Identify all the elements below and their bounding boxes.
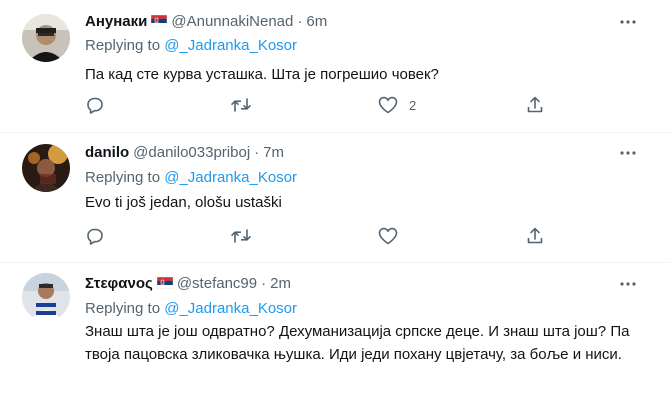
share-button[interactable] [525, 226, 545, 246]
tweet-1[interactable]: Анунаки @AnunnakiNenad · 6m Replying to @_J… [0, 0, 670, 132]
tweet-text: Evo ti još jedan, ološu ustaški [85, 194, 282, 211]
display-name[interactable]: Στεφανος [85, 275, 153, 292]
reply-icon [85, 95, 105, 115]
retweet-icon [230, 226, 252, 246]
mention-link[interactable]: @_Jadranka_Kosor [164, 37, 297, 54]
tweet-3[interactable]: Στεφανος @stefanc99 · 2m Replying to @_Jadr… [0, 263, 670, 400]
replying-to: Replying to @_Jadranka_Kosor [85, 299, 297, 319]
display-name[interactable]: danilo [85, 144, 129, 161]
more-icon[interactable] [618, 143, 638, 163]
like-button[interactable] [377, 226, 399, 246]
retweet-icon [230, 95, 252, 115]
like-icon [377, 226, 399, 246]
user-handle[interactable]: @AnunnakiNenad [171, 13, 293, 30]
share-icon [525, 226, 545, 246]
separator-dot: · [261, 275, 267, 292]
avatar[interactable] [22, 273, 70, 321]
avatar-image [22, 144, 70, 192]
tweet-text: Знаш шта је још одвратно? Дехуманизација… [85, 323, 630, 363]
more-icon[interactable] [618, 274, 638, 294]
share-button[interactable] [525, 95, 545, 115]
like-button[interactable]: 2 [377, 95, 416, 115]
user-handle[interactable]: @stefanc99 [177, 275, 257, 292]
reply-icon [85, 226, 105, 246]
tweet-header: danilo @danilo033priboj · 7m [85, 142, 284, 164]
mention-link[interactable]: @_Jadranka_Kosor [164, 300, 297, 317]
timestamp[interactable]: 7m [263, 144, 284, 161]
retweet-button[interactable] [230, 226, 252, 246]
display-name[interactable]: Анунаки [85, 13, 147, 30]
replying-to: Replying to @_Jadranka_Kosor [85, 168, 297, 188]
replying-label: Replying to [85, 300, 161, 317]
user-handle[interactable]: @danilo033priboj [133, 144, 250, 161]
share-icon [525, 95, 545, 115]
avatar[interactable] [22, 144, 70, 192]
avatar-image [22, 14, 70, 62]
replying-label: Replying to [85, 37, 161, 54]
serbia-flag-icon [151, 12, 168, 34]
reply-button[interactable] [85, 226, 105, 246]
replying-label: Replying to [85, 169, 161, 186]
separator-dot: · [254, 144, 260, 161]
reply-button[interactable] [85, 95, 105, 115]
retweet-button[interactable] [230, 95, 252, 115]
more-icon[interactable] [618, 12, 638, 32]
timestamp[interactable]: 2m [270, 275, 291, 292]
reply-thread: Анунаки @AnunnakiNenad · 6m Replying to @_J… [0, 0, 670, 400]
timestamp[interactable]: 6m [306, 13, 327, 30]
replying-to: Replying to @_Jadranka_Kosor [85, 36, 297, 56]
avatar-image [22, 273, 70, 321]
avatar[interactable] [22, 14, 70, 62]
tweet-header: Στεφανος @stefanc99 · 2m [85, 273, 291, 295]
like-icon [377, 95, 399, 115]
mention-link[interactable]: @_Jadranka_Kosor [164, 169, 297, 186]
separator-dot: · [297, 13, 303, 30]
tweet-header: Анунаки @AnunnakiNenad · 6m [85, 11, 327, 33]
like-count: 2 [409, 97, 417, 113]
tweet-2[interactable]: danilo @danilo033priboj · 7m Replying to @_… [0, 133, 670, 262]
tweet-text: Па кад сте курва усташка. Шта је погреши… [85, 66, 439, 83]
serbia-flag-icon [156, 274, 174, 296]
